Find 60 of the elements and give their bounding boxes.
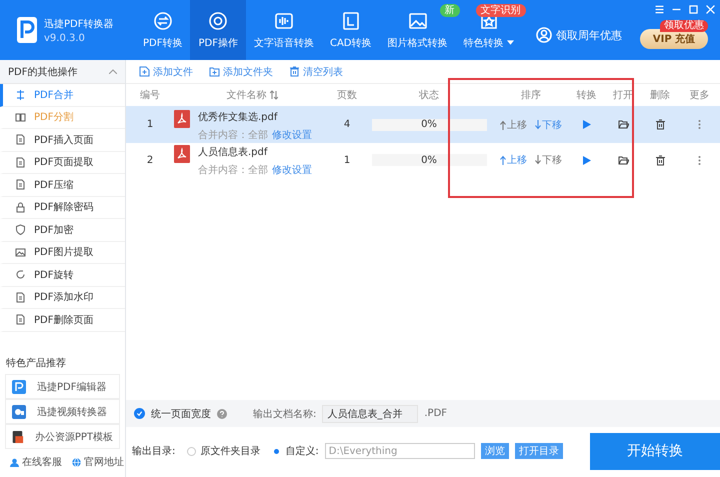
row-number: 1 — [146, 119, 154, 130]
name-field[interactable]: 人员信息表_合并 — [322, 404, 418, 422]
column-header: 打开 — [613, 88, 633, 102]
column-header: 排序 — [521, 88, 541, 102]
checkbox-label: 统一页面宽度 — [151, 408, 211, 420]
radio-option[interactable]: 自定义: — [272, 444, 319, 458]
radio-option[interactable]: 原文件夹目录 — [187, 444, 260, 458]
table-row[interactable]: 2 人员信息表.pdf 合并内容：全部 修改设置 1 0% 上移 下移 — [126, 143, 720, 174]
field-label: 输出文档名称: — [253, 408, 316, 420]
column-header: 编号 — [140, 88, 160, 102]
promo-link[interactable]: 领取周年优惠 — [530, 10, 628, 60]
app-name: 迅捷PDF转换器 — [44, 18, 114, 30]
product-link[interactable]: 办公资源PPT模板 — [5, 424, 120, 449]
column-header: 删除 — [650, 89, 670, 102]
vip-button[interactable]: VIP 充值 — [640, 29, 708, 49]
move-down-button[interactable]: 下移 — [535, 153, 562, 167]
product-link[interactable]: 迅捷视频转换器 — [5, 399, 120, 424]
section-title: 特色产品推荐 — [5, 356, 67, 371]
browse-button[interactable]: 浏览 — [480, 443, 509, 459]
tab-badge: 新 — [440, 4, 460, 17]
move-down-button[interactable]: 下移 — [535, 118, 562, 132]
move-up-button[interactable]: 上移 — [500, 118, 527, 132]
toolbar-button[interactable]: 清空列表 — [289, 64, 343, 78]
column-header: 页数 — [337, 89, 357, 102]
page-count: 4 — [344, 119, 350, 130]
table-row[interactable]: 1 优秀作文集选.pdf 合并内容：全部 修改设置 4 0% 上移 下移 — [126, 106, 720, 143]
progress-text: 0% — [421, 119, 437, 130]
sidebar-item[interactable]: PDF合并 — [0, 84, 125, 106]
file-name: 优秀作文集选.pdf — [198, 110, 279, 124]
row-number: 2 — [146, 154, 154, 166]
vip-badge: 领取优惠 — [660, 20, 708, 32]
open-folder-button[interactable]: 打开目录 — [514, 443, 563, 459]
merge-content: 合并内容：全部 — [198, 128, 268, 142]
footer-link[interactable]: 在线客服 — [10, 455, 62, 469]
app-version: v9.0.3.0 — [44, 32, 86, 44]
product-link[interactable]: 迅捷PDF编辑器 — [5, 374, 120, 399]
tab-badge: 文字识别 — [476, 4, 526, 17]
toolbar-button[interactable]: 添加文件夹 — [209, 64, 273, 78]
column-header: 更多 — [690, 89, 710, 102]
page-count: 1 — [344, 154, 350, 166]
toolbar-button[interactable]: 添加文件 — [139, 64, 193, 78]
nav-tab[interactable]: CAD转换 — [322, 0, 380, 60]
nav-tab[interactable]: PDF操作 — [190, 0, 246, 60]
column-header: 状态 — [419, 88, 439, 102]
settings-link[interactable]: 修改设置 — [272, 128, 312, 142]
column-header: 转换 — [576, 89, 596, 102]
extension-label: .PDF — [424, 408, 448, 419]
nav-tab[interactable]: PDF转换 — [135, 0, 190, 60]
footer-link[interactable]: 官网地址 — [72, 455, 124, 469]
sidebar-title: PDF的其他操作 — [8, 66, 78, 78]
path-field[interactable]: D:\Everything — [324, 443, 475, 459]
merge-content: 合并内容：全部 — [198, 164, 268, 177]
nav-tab[interactable]: 文字语音转换 — [246, 0, 322, 60]
move-up-button[interactable]: 上移 — [500, 153, 527, 167]
field-label: 输出目录: — [132, 444, 176, 458]
start-button[interactable]: 开始转换 — [590, 432, 720, 470]
column-header: 文件名称 — [226, 88, 266, 102]
progress-text: 0% — [421, 154, 437, 166]
file-name: 人员信息表.pdf — [198, 146, 269, 159]
settings-link[interactable]: 修改设置 — [272, 163, 312, 177]
